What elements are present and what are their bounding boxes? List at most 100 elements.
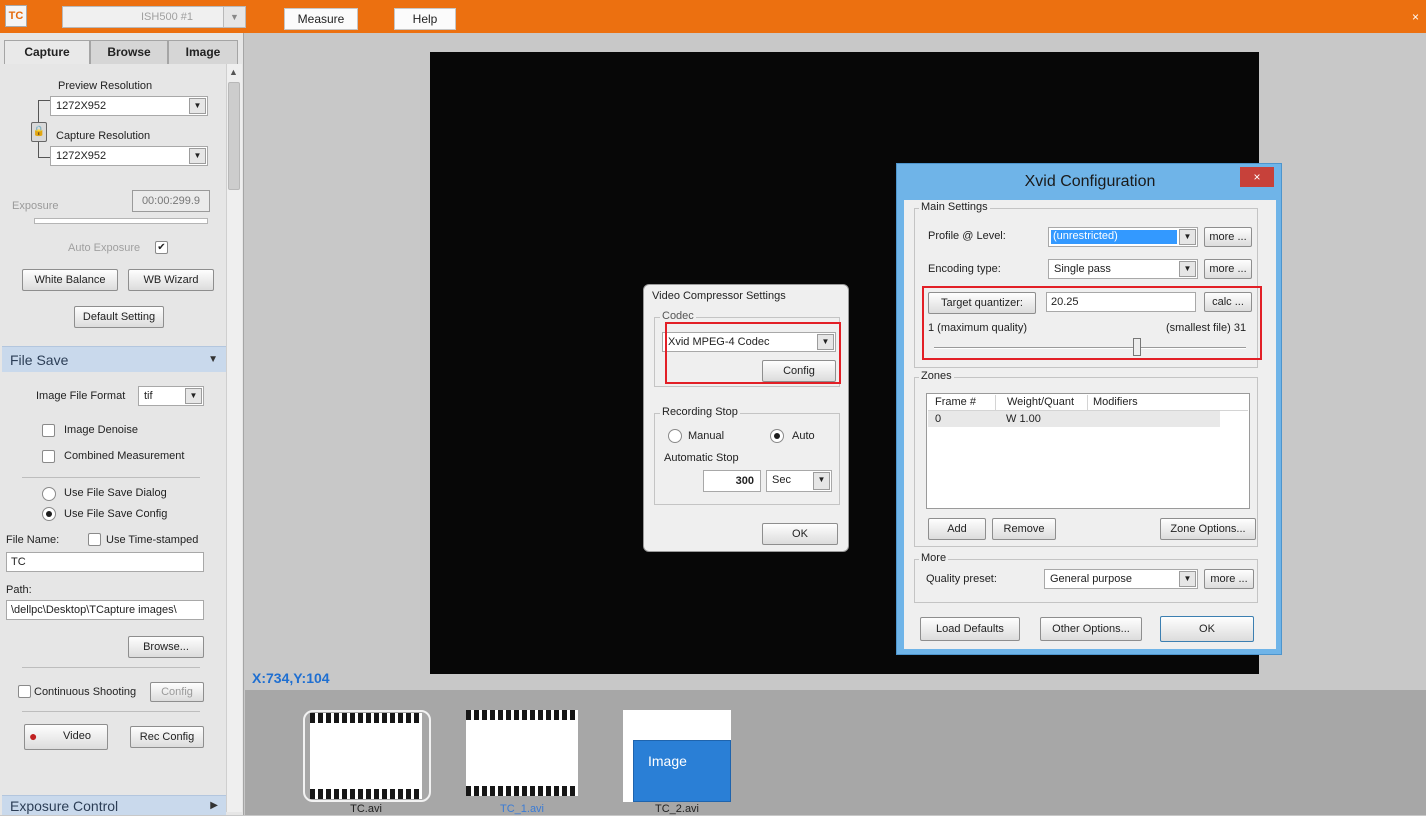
film-strip [466, 786, 578, 796]
measure-menu[interactable]: Measure [284, 8, 358, 30]
preview-resolution-select[interactable]: 1272X952 ▼ [50, 96, 208, 116]
stop-unit-select[interactable]: Sec ▼ [766, 470, 832, 492]
use-file-save-dialog-label: Use File Save Dialog [64, 487, 167, 499]
column-header-frame[interactable]: Frame # [935, 396, 976, 408]
auto-exposure-checkbox[interactable]: ✔ [155, 241, 168, 254]
column-header-modifiers[interactable]: Modifiers [1093, 396, 1138, 408]
quality-preset-select[interactable]: General purpose ▼ [1044, 569, 1198, 589]
scroll-up-icon[interactable]: ▲ [229, 67, 238, 77]
profile-more-button[interactable]: more ... [1204, 227, 1252, 247]
triangle-right-icon: ▶ [210, 800, 218, 811]
wb-wizard-button[interactable]: WB Wizard [128, 269, 214, 291]
column-divider [1087, 395, 1088, 410]
manual-radio[interactable] [668, 429, 682, 443]
image-denoise-checkbox[interactable] [42, 424, 55, 437]
path-input[interactable]: \dellpc\Desktop\TCapture images\ [6, 600, 204, 620]
exposure-value[interactable]: 00:00:299.9 [132, 190, 210, 212]
more-group-label: More [919, 552, 949, 564]
vcs-ok-button[interactable]: OK [762, 523, 838, 545]
encoding-type-select[interactable]: Single pass ▼ [1048, 259, 1198, 279]
image-file-format-select[interactable]: tif ▼ [138, 386, 204, 406]
thumbnail-label: TC.avi [350, 803, 382, 815]
scrollbar-thumb[interactable] [228, 82, 240, 190]
use-file-save-config-radio[interactable] [42, 507, 56, 521]
white-balance-button[interactable]: White Balance [22, 269, 118, 291]
image-file-format-label: Image File Format [36, 390, 126, 402]
film-strip [310, 789, 422, 799]
column-divider [995, 395, 996, 410]
quality-more-button[interactable]: more ... [1204, 569, 1254, 589]
automatic-stop-input[interactable]: 300 [703, 470, 761, 492]
column-header-weight[interactable]: Weight/Quant [1007, 396, 1074, 408]
film-strip [466, 710, 578, 720]
camera-select-value: ISH500 #1 [141, 11, 193, 23]
zones-list-header [928, 395, 1248, 411]
rec-config-button[interactable]: Rec Config [130, 726, 204, 748]
xvid-ok-button[interactable]: OK [1160, 616, 1254, 642]
thumbnail-tc-1-avi[interactable] [466, 710, 578, 796]
divider [22, 667, 200, 668]
file-name-input[interactable]: TC [6, 552, 204, 572]
tab-browse[interactable]: Browse [90, 40, 168, 64]
load-defaults-button[interactable]: Load Defaults [920, 617, 1020, 641]
use-file-save-config-label: Use File Save Config [64, 508, 168, 520]
exposure-control-section-header[interactable]: Exposure Control ▶ [2, 795, 226, 815]
file-save-section-header[interactable]: File Save ▼ [2, 346, 226, 372]
chevron-down-icon[interactable]: ▼ [223, 7, 245, 27]
chevron-down-icon[interactable]: ▼ [189, 148, 206, 164]
lock-icon[interactable]: 🔒 [31, 122, 47, 142]
chevron-down-icon[interactable]: ▼ [1179, 571, 1196, 587]
automatic-stop-label: Automatic Stop [664, 452, 739, 464]
divider [22, 711, 200, 712]
triangle-down-icon: ▼ [208, 354, 218, 365]
continuous-shooting-checkbox[interactable] [18, 685, 31, 698]
profile-level-select[interactable]: (unrestricted) ▼ [1048, 227, 1198, 247]
zones-group-label: Zones [919, 370, 954, 382]
image-denoise-label: Image Denoise [64, 424, 138, 436]
help-menu[interactable]: Help [394, 8, 456, 30]
auto-exposure-label: Auto Exposure [68, 242, 141, 254]
use-timestamped-checkbox[interactable] [88, 533, 101, 546]
thumbnail-label: TC_1.avi [499, 803, 545, 815]
quality-preset-label: Quality preset: [926, 573, 997, 585]
capture-resolution-select[interactable]: 1272X952 ▼ [50, 146, 208, 166]
encoding-more-button[interactable]: more ... [1204, 259, 1252, 279]
tab-image[interactable]: Image [168, 40, 238, 64]
default-setting-button[interactable]: Default Setting [74, 306, 164, 328]
thumbnail-tc-2-avi[interactable]: Image [623, 710, 731, 802]
add-zone-button[interactable]: Add [928, 518, 986, 540]
divider [22, 477, 200, 478]
zone-options-button[interactable]: Zone Options... [1160, 518, 1256, 540]
remove-zone-button[interactable]: Remove [992, 518, 1056, 540]
film-strip [310, 713, 422, 723]
exposure-label: Exposure [12, 200, 59, 212]
tab-capture[interactable]: Capture [4, 40, 90, 64]
combined-measurement-checkbox[interactable] [42, 450, 55, 463]
chevron-down-icon[interactable]: ▼ [1179, 261, 1196, 277]
video-record-icon: ● [29, 728, 38, 744]
table-row[interactable]: 0 W 1.00 [928, 411, 1220, 427]
thumbnail-tc-avi[interactable] [310, 713, 422, 799]
chevron-down-icon[interactable]: ▼ [185, 388, 202, 404]
exposure-slider[interactable] [34, 218, 208, 224]
zones-list[interactable]: Frame # Weight/Quant Modifiers 0 W 1.00 [926, 393, 1250, 509]
combined-measurement-label: Combined Measurement [64, 450, 185, 462]
browse-button[interactable]: Browse... [128, 636, 204, 658]
chevron-down-icon[interactable]: ▼ [1179, 229, 1196, 245]
codec-group-label: Codec [660, 310, 696, 322]
preview-resolution-label: Preview Resolution [58, 80, 153, 92]
use-file-save-dialog-radio[interactable] [42, 487, 56, 501]
chevron-down-icon[interactable]: ▼ [813, 472, 830, 490]
continuous-config-button[interactable]: Config [150, 682, 204, 702]
other-options-button[interactable]: Other Options... [1040, 617, 1142, 641]
close-icon[interactable]: × [1412, 10, 1419, 24]
cursor-coordinates: X:734,Y:104 [252, 670, 330, 686]
camera-select[interactable]: ISH500 #1 ▼ [62, 6, 246, 28]
use-timestamped-label: Use Time-stamped [106, 534, 199, 546]
auto-radio[interactable] [770, 429, 784, 443]
thumbnail-preview-window: Image [633, 740, 731, 802]
close-icon[interactable]: × [1240, 167, 1274, 187]
chevron-down-icon[interactable]: ▼ [189, 98, 206, 114]
auto-label: Auto [792, 430, 815, 442]
video-button[interactable]: ● Video [24, 724, 108, 750]
